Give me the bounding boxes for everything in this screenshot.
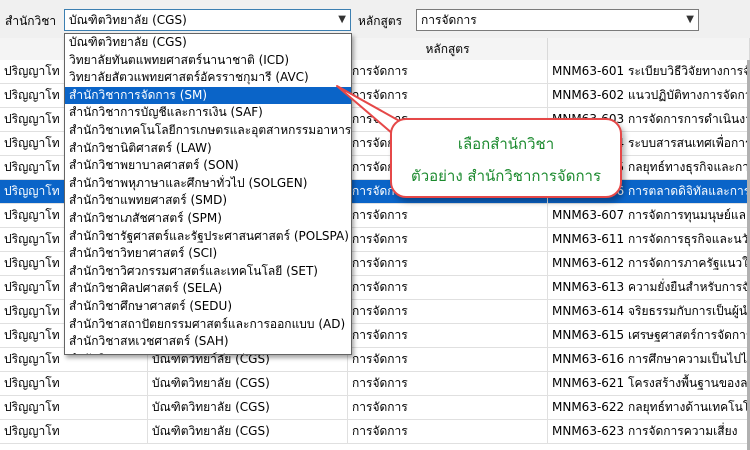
callout-pointer — [336, 85, 413, 141]
callout-line-1: เลือกสำนักวิชา — [457, 135, 555, 153]
instruction-callout: เลือกสำนักวิชา ตัวอย่าง สำนักวิชาการจัดก… — [390, 118, 622, 198]
callout-line-2: ตัวอย่าง สำนักวิชาการจัดการ — [410, 167, 602, 185]
app-window: สำนักวิชา บัณฑิตวิทยาลัย (CGS) ▼ หลักสูต… — [0, 0, 750, 450]
